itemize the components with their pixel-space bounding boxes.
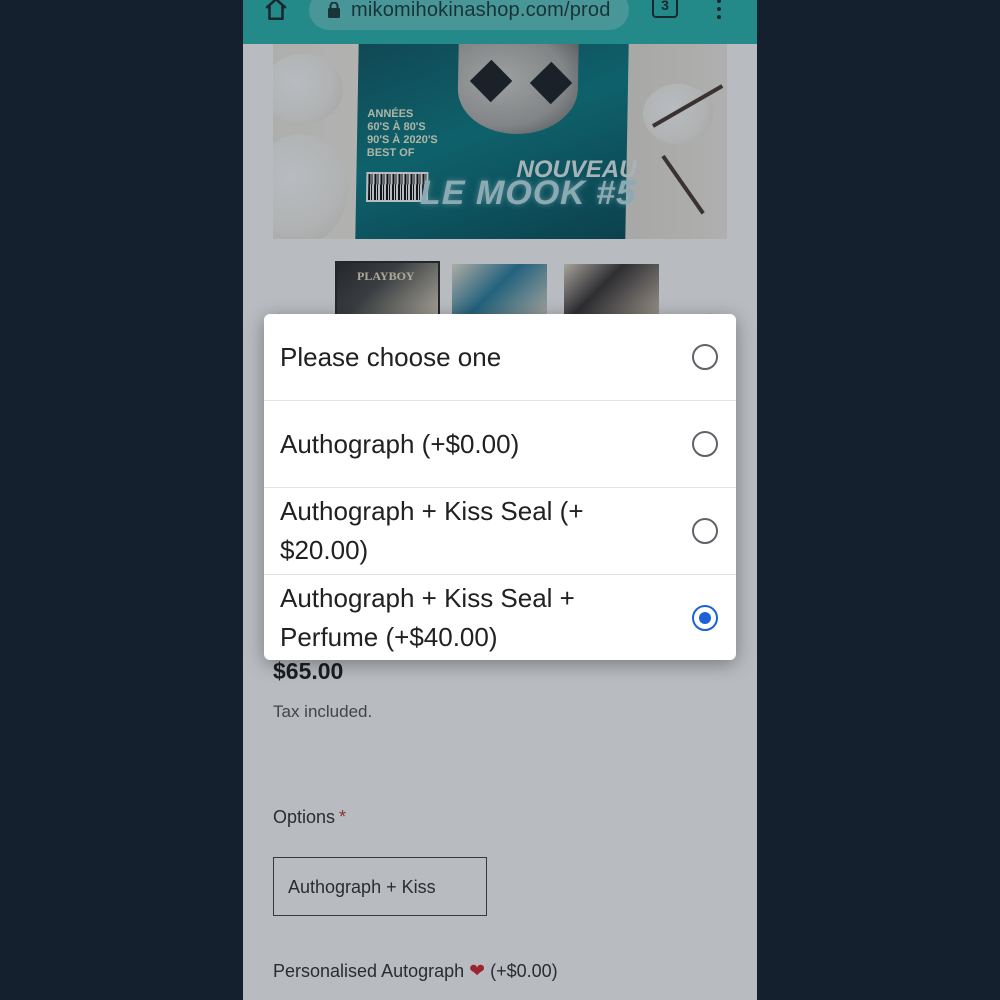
option-authograph[interactable]: Authograph (+$0.00) xyxy=(264,401,736,488)
option-label: Authograph + Kiss Seal + Perfume (+$40.0… xyxy=(280,583,575,652)
radio-button[interactable] xyxy=(692,431,718,457)
radio-button-selected[interactable] xyxy=(692,605,718,631)
radio-button[interactable] xyxy=(692,344,718,370)
option-authograph-kiss-seal[interactable]: Authograph + Kiss Seal (+ $20.00) xyxy=(264,488,736,575)
option-label: Authograph + Kiss Seal (+ $20.00) xyxy=(280,496,584,565)
option-picker-dialog: Please choose one Authograph (+$0.00) Au… xyxy=(264,314,736,660)
radio-button[interactable] xyxy=(692,518,718,544)
option-label: Please choose one xyxy=(280,342,502,372)
option-label: Authograph (+$0.00) xyxy=(280,429,520,459)
option-authograph-kiss-seal-perfume[interactable]: Authograph + Kiss Seal + Perfume (+$40.0… xyxy=(264,575,736,660)
option-please-choose[interactable]: Please choose one xyxy=(264,314,736,401)
